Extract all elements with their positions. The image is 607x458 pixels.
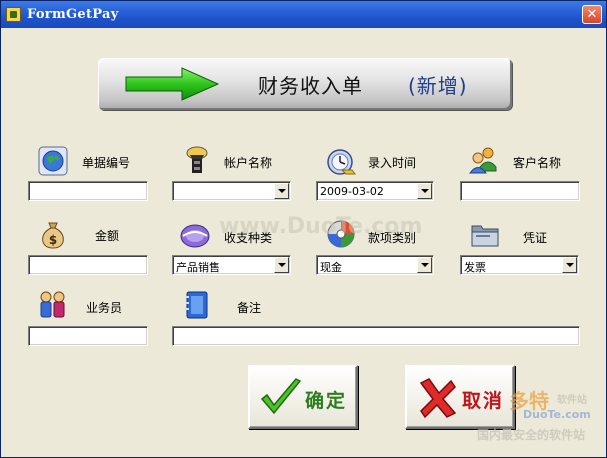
entry-time-dropdown-button[interactable] bbox=[417, 183, 432, 199]
folder-icon bbox=[471, 225, 499, 247]
cancel-button[interactable]: 取消 bbox=[405, 365, 515, 429]
payment-type-dropdown-button[interactable] bbox=[417, 257, 432, 273]
confirm-button[interactable]: 确定 bbox=[248, 365, 358, 429]
svg-text:$: $ bbox=[49, 233, 57, 247]
green-check-icon bbox=[260, 378, 302, 415]
amount-input[interactable] bbox=[28, 255, 148, 275]
voucher-dropdown-button[interactable] bbox=[562, 257, 577, 273]
window-title: FormGetPay bbox=[27, 7, 119, 22]
trans-type-select[interactable]: 产品销售 bbox=[172, 255, 291, 275]
entry-time-value: 2009-03-02 bbox=[320, 185, 384, 198]
salesperson-label: 业务员 bbox=[86, 301, 123, 315]
notebook-icon bbox=[185, 291, 208, 319]
trans-type-value: 产品销售 bbox=[176, 261, 220, 274]
red-x-icon bbox=[419, 378, 457, 419]
form-mode: (新增) bbox=[408, 74, 468, 98]
app-icon bbox=[6, 7, 21, 22]
entry-time-datepicker[interactable]: 2009-03-02 bbox=[316, 181, 434, 201]
entry-time-label: 录入时间 bbox=[368, 156, 417, 170]
account-name-label: 帐户名称 bbox=[224, 156, 273, 170]
voucher-select[interactable]: 发票 bbox=[460, 255, 579, 275]
amount-label: 金额 bbox=[95, 229, 120, 243]
voucher-value: 发票 bbox=[464, 261, 486, 274]
formgetpay-window: FormGetPay ✕ 财务收入单 (新增) 单据编号 帐户名称 录入时间 2… bbox=[0, 0, 607, 458]
voucher-label: 凭证 bbox=[523, 231, 548, 245]
doc-number-input[interactable] bbox=[28, 181, 148, 201]
cancel-label: 取消 bbox=[462, 390, 505, 412]
confirm-label: 确定 bbox=[305, 390, 348, 412]
center-watermark: www.DuoTe.com bbox=[219, 214, 423, 239]
close-button[interactable]: ✕ bbox=[582, 5, 602, 24]
clock-cd-icon bbox=[327, 149, 356, 175]
customer-name-input[interactable] bbox=[460, 181, 580, 201]
lighthouse-icon bbox=[186, 146, 208, 173]
payment-type-select[interactable]: 现金 bbox=[316, 255, 434, 275]
account-name-dropdown-button[interactable] bbox=[274, 183, 289, 199]
swirl-disc-icon bbox=[180, 224, 210, 248]
account-name-select[interactable] bbox=[172, 181, 291, 201]
title-bar[interactable]: FormGetPay ✕ bbox=[1, 1, 606, 28]
payment-type-value: 现金 bbox=[320, 261, 342, 274]
globe-icon bbox=[38, 146, 68, 176]
watermark-domain: DuoTe.com bbox=[523, 408, 591, 421]
people-icon bbox=[40, 291, 65, 318]
green-arrow-icon bbox=[125, 67, 220, 101]
salesperson-input[interactable] bbox=[28, 326, 148, 346]
customers-icon bbox=[469, 147, 497, 174]
doc-number-label: 单据编号 bbox=[82, 156, 131, 170]
form-banner: 财务收入单 (新增) bbox=[98, 58, 512, 110]
customer-name-label: 客户名称 bbox=[513, 156, 562, 170]
remark-label: 备注 bbox=[237, 301, 262, 315]
remark-input[interactable] bbox=[172, 326, 580, 346]
money-bag-icon: $ bbox=[42, 222, 64, 249]
watermark-brand-suffix: 软件站 bbox=[557, 395, 587, 406]
form-title: 财务收入单 bbox=[258, 74, 363, 98]
trans-type-dropdown-button[interactable] bbox=[274, 257, 289, 273]
watermark-slogan: 国内最安全的软件站 bbox=[477, 428, 586, 442]
